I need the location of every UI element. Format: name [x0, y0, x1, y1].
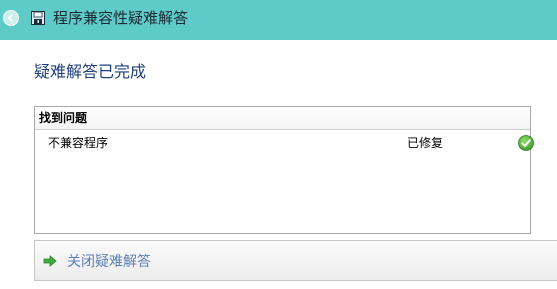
page-title: 疑难解答已完成 — [34, 62, 147, 81]
issue-name: 不兼容程序 — [48, 136, 109, 150]
close-troubleshooter-button[interactable]: 关闭疑难解答 — [34, 240, 557, 281]
window-title: 程序兼容性疑难解答 — [53, 9, 189, 27]
green-check-icon — [518, 135, 534, 151]
results-header-label: 找到问题 — [39, 111, 88, 125]
results-list: 找到问题 不兼容程序 已修复 — [34, 106, 534, 234]
title-bar: 程序兼容性疑难解答 — [0, 0, 557, 40]
green-arrow-icon — [43, 255, 57, 267]
list-item[interactable]: 不兼容程序 已修复 — [35, 131, 534, 155]
back-arrow-icon[interactable] — [3, 10, 19, 26]
compatibility-troubleshooter-icon — [31, 11, 45, 25]
close-troubleshooter-label: 关闭疑难解答 — [67, 254, 151, 270]
issue-status: 已修复 — [407, 136, 444, 150]
results-header: 找到问题 — [35, 107, 530, 130]
